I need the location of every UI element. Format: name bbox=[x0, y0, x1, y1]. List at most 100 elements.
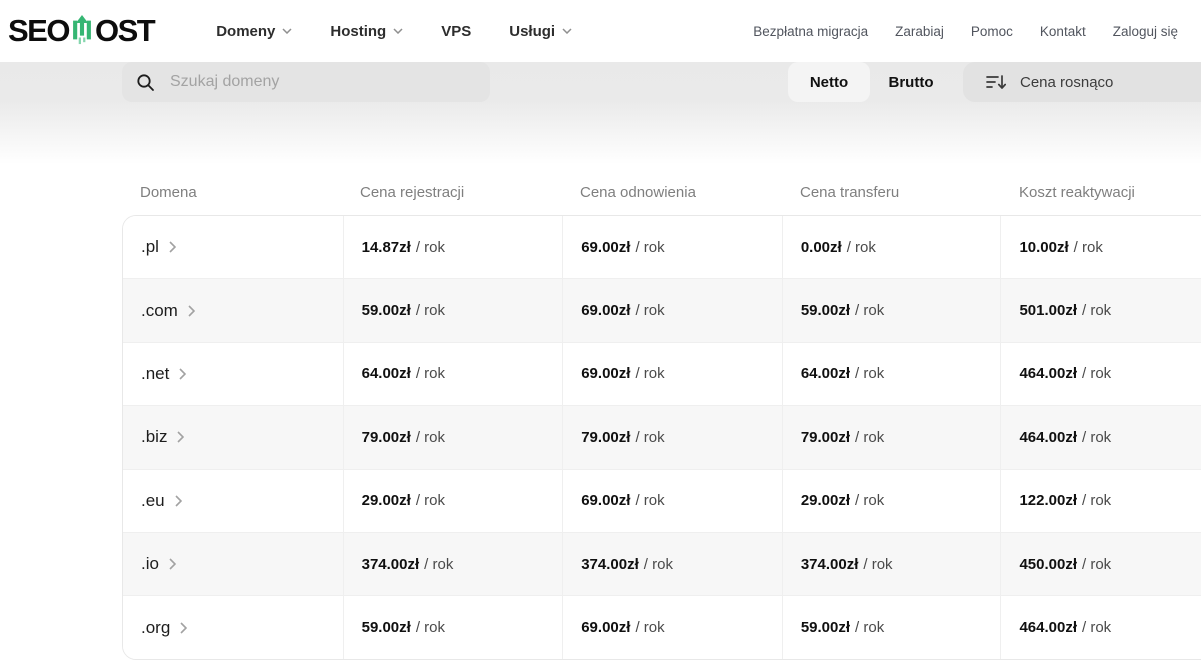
transfer-price-cell: 59.00zł / rok bbox=[782, 279, 1001, 341]
reactivation-price-cell: 450.00zł / rok bbox=[1000, 533, 1201, 595]
price-value: 464.00zł bbox=[1019, 429, 1077, 446]
chevron-right-icon bbox=[169, 558, 176, 570]
sort-icon bbox=[986, 73, 1006, 91]
price-value: 122.00zł bbox=[1019, 492, 1077, 509]
domain-cell[interactable]: .net bbox=[123, 343, 343, 405]
price-suffix: / rok bbox=[644, 556, 673, 573]
price-value: 69.00zł bbox=[581, 365, 630, 382]
rocket-h-icon bbox=[70, 15, 94, 45]
search-icon bbox=[136, 73, 155, 92]
price-value: 374.00zł bbox=[362, 556, 420, 573]
price-value: 29.00zł bbox=[362, 492, 411, 509]
price-value: 10.00zł bbox=[1019, 239, 1068, 256]
price-value: 79.00zł bbox=[581, 429, 630, 446]
domain-tld: .biz bbox=[141, 427, 167, 447]
link-pomoc[interactable]: Pomoc bbox=[971, 24, 1013, 39]
price-suffix: / rok bbox=[855, 429, 884, 446]
table-row[interactable]: .biz 79.00zł / rok 79.00zł / rok 79.00zł… bbox=[123, 405, 1201, 468]
domain-cell[interactable]: .org bbox=[123, 596, 343, 658]
price-suffix: / rok bbox=[855, 492, 884, 509]
domain-cell[interactable]: .biz bbox=[123, 406, 343, 468]
table-row[interactable]: .eu 29.00zł / rok 69.00zł / rok 29.00zł … bbox=[123, 469, 1201, 532]
registration-price-cell: 14.87zł / rok bbox=[343, 216, 563, 278]
reactivation-price-cell: 10.00zł / rok bbox=[1000, 216, 1201, 278]
nav-item-label: Domeny bbox=[216, 23, 275, 40]
price-suffix: / rok bbox=[635, 365, 664, 382]
table-header-row: Domena Cena rejestracji Cena odnowienia … bbox=[122, 184, 1201, 201]
transfer-price-cell: 374.00zł / rok bbox=[782, 533, 1001, 595]
price-suffix: / rok bbox=[1074, 239, 1103, 256]
domain-cell[interactable]: .io bbox=[123, 533, 343, 595]
registration-price-cell: 374.00zł / rok bbox=[343, 533, 563, 595]
domain-pricing-table: Domena Cena rejestracji Cena odnowienia … bbox=[122, 184, 1201, 660]
logo-text-ost: OST bbox=[95, 13, 154, 49]
price-value: 69.00zł bbox=[581, 492, 630, 509]
table-row[interactable]: .org 59.00zł / rok 69.00zł / rok 59.00zł… bbox=[123, 595, 1201, 658]
price-suffix: / rok bbox=[416, 365, 445, 382]
search-input[interactable] bbox=[168, 72, 476, 92]
link-kontakt[interactable]: Kontakt bbox=[1040, 24, 1086, 39]
price-suffix: / rok bbox=[635, 239, 664, 256]
toolbar-band: Netto Brutto Cena rosnąco bbox=[0, 62, 1201, 164]
nav-item-uslugi[interactable]: Usługi bbox=[509, 23, 572, 40]
price-suffix: / rok bbox=[855, 365, 884, 382]
link-zaloguj-sie[interactable]: Zaloguj się bbox=[1113, 24, 1178, 39]
domain-cell[interactable]: .pl bbox=[123, 216, 343, 278]
renewal-price-cell: 69.00zł / rok bbox=[562, 596, 782, 658]
table-row[interactable]: .io 374.00zł / rok 374.00zł / rok 374.00… bbox=[123, 532, 1201, 595]
renewal-price-cell: 69.00zł / rok bbox=[562, 216, 782, 278]
registration-price-cell: 64.00zł / rok bbox=[343, 343, 563, 405]
price-suffix: / rok bbox=[635, 619, 664, 636]
brutto-button[interactable]: Brutto bbox=[870, 62, 952, 102]
price-suffix: / rok bbox=[635, 302, 664, 319]
price-mode-toggle: Netto Brutto bbox=[788, 62, 952, 102]
domain-cell[interactable]: .eu bbox=[123, 470, 343, 532]
link-bezplatna-migracja[interactable]: Bezpłatna migracja bbox=[753, 24, 868, 39]
main-nav: Domeny Hosting VPS Usługi bbox=[216, 23, 572, 40]
reactivation-price-cell: 464.00zł / rok bbox=[1000, 343, 1201, 405]
sort-dropdown[interactable]: Cena rosnąco bbox=[963, 62, 1201, 102]
price-value: 69.00zł bbox=[581, 619, 630, 636]
column-header-cena-odnowienia: Cena odnowienia bbox=[562, 184, 782, 201]
registration-price-cell: 59.00zł / rok bbox=[343, 596, 563, 658]
price-value: 79.00zł bbox=[362, 429, 411, 446]
domain-tld: .io bbox=[141, 554, 159, 574]
renewal-price-cell: 79.00zł / rok bbox=[562, 406, 782, 468]
domain-tld: .eu bbox=[141, 491, 165, 511]
price-suffix: / rok bbox=[635, 492, 664, 509]
price-value: 464.00zł bbox=[1019, 365, 1077, 382]
nav-item-label: VPS bbox=[441, 23, 471, 40]
price-value: 464.00zł bbox=[1019, 619, 1077, 636]
netto-button[interactable]: Netto bbox=[788, 62, 870, 102]
table-row[interactable]: .net 64.00zł / rok 69.00zł / rok 64.00zł… bbox=[123, 342, 1201, 405]
reactivation-price-cell: 464.00zł / rok bbox=[1000, 406, 1201, 468]
domain-search-box[interactable] bbox=[122, 62, 490, 102]
domain-tld: .net bbox=[141, 364, 169, 384]
nav-item-label: Hosting bbox=[330, 23, 386, 40]
price-suffix: / rok bbox=[863, 556, 892, 573]
price-suffix: / rok bbox=[1082, 365, 1111, 382]
chevron-right-icon bbox=[177, 431, 184, 443]
price-value: 29.00zł bbox=[801, 492, 850, 509]
link-zarabiaj[interactable]: Zarabiaj bbox=[895, 24, 944, 39]
nav-item-vps[interactable]: VPS bbox=[441, 23, 471, 40]
transfer-price-cell: 0.00zł / rok bbox=[782, 216, 1001, 278]
price-suffix: / rok bbox=[416, 492, 445, 509]
domain-cell[interactable]: .com bbox=[123, 279, 343, 341]
chevron-down-icon bbox=[282, 28, 292, 34]
price-suffix: / rok bbox=[855, 619, 884, 636]
nav-item-domeny[interactable]: Domeny bbox=[216, 23, 292, 40]
table-row[interactable]: .pl 14.87zł / rok 69.00zł / rok 0.00zł /… bbox=[123, 216, 1201, 278]
chevron-down-icon bbox=[562, 28, 572, 34]
table-row[interactable]: .com 59.00zł / rok 69.00zł / rok 59.00zł… bbox=[123, 278, 1201, 341]
domain-tld: .com bbox=[141, 301, 178, 321]
nav-item-hosting[interactable]: Hosting bbox=[330, 23, 403, 40]
price-value: 79.00zł bbox=[801, 429, 850, 446]
price-value: 69.00zł bbox=[581, 239, 630, 256]
price-suffix: / rok bbox=[424, 556, 453, 573]
price-value: 14.87zł bbox=[362, 239, 411, 256]
brand-logo[interactable]: SEO OST bbox=[8, 13, 154, 49]
secondary-nav: Bezpłatna migracja Zarabiaj Pomoc Kontak… bbox=[753, 24, 1178, 39]
table-card: .pl 14.87zł / rok 69.00zł / rok 0.00zł /… bbox=[122, 215, 1201, 660]
price-suffix: / rok bbox=[855, 302, 884, 319]
